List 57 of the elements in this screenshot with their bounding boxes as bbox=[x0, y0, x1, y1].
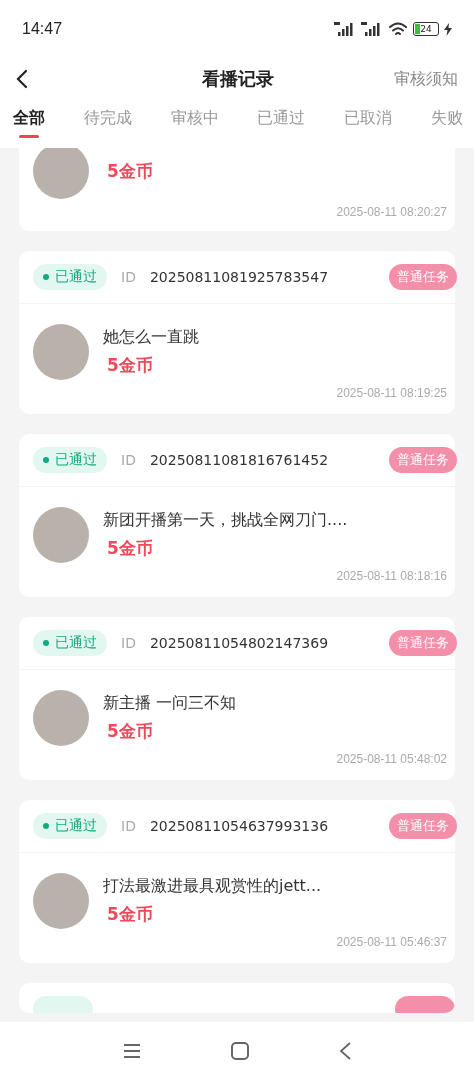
filter-tab[interactable]: 待完成 bbox=[78, 106, 137, 145]
id-label: ID bbox=[121, 269, 136, 285]
signal-icon bbox=[334, 22, 356, 36]
task-type-tag: 普通任务 bbox=[389, 447, 457, 473]
status-time: 14:47 bbox=[22, 20, 63, 38]
task-type-tag: 普通任务 bbox=[389, 630, 457, 656]
record-time: 2025-08-11 08:18:16 bbox=[335, 568, 448, 585]
task-type-tag: 普通任务 bbox=[389, 264, 457, 290]
stream-title: 她怎么一直跳 bbox=[103, 327, 199, 348]
record-card[interactable]: 已通过 ID 20250811054637993136 普通任务 打法最激进最具观赏性的jett... 5金币 2025-08-11 05:46:37 bbox=[19, 800, 455, 963]
review-notice-link[interactable]: 审核须知 bbox=[394, 68, 458, 90]
record-time: 2025-08-11 08:19:25 bbox=[335, 385, 448, 402]
record-time: 2025-08-11 05:48:02 bbox=[335, 751, 448, 768]
avatar-placeholder bbox=[33, 690, 89, 746]
avatar-placeholder bbox=[33, 148, 89, 199]
filter-tab[interactable]: 已取消 bbox=[339, 106, 398, 145]
filter-tab[interactable]: 失败 bbox=[426, 106, 468, 145]
avatar-placeholder bbox=[33, 507, 89, 563]
id-label: ID bbox=[121, 452, 136, 468]
battery-icon: 24 bbox=[413, 22, 439, 36]
status-badge: 已通过 bbox=[33, 813, 107, 839]
reward-amount: 5金币 bbox=[107, 354, 154, 377]
reward-amount: 5金币 bbox=[107, 903, 154, 926]
home-icon[interactable] bbox=[231, 1042, 249, 1060]
menu-icon[interactable] bbox=[123, 1043, 141, 1059]
avatar-placeholder bbox=[33, 324, 89, 380]
reward-amount: 5金币 bbox=[107, 720, 154, 743]
id-label: ID bbox=[121, 635, 136, 651]
filter-tab[interactable]: 已通过 bbox=[252, 106, 311, 145]
record-card[interactable]: 已通过 ID 20250811081816761452 普通任务 新团开播第一天，挑战全网刀门.... 5金币 2025-08-11 08:18:16 bbox=[19, 434, 455, 597]
wifi-icon bbox=[388, 21, 408, 37]
status-badge: 已通过 bbox=[33, 264, 107, 290]
filter-tab[interactable]: 全部 bbox=[8, 106, 50, 145]
stream-title: 新团开播第一天，挑战全网刀门.... bbox=[103, 510, 348, 531]
record-id: 20250811054637993136 bbox=[149, 818, 330, 834]
signal-icon bbox=[361, 22, 383, 36]
filter-tab[interactable]: 审核中 bbox=[165, 106, 224, 145]
reward-amount: 5金币 bbox=[107, 537, 154, 560]
reward-amount: 5金币 bbox=[107, 159, 153, 183]
record-time: 2025-08-11 05:46:37 bbox=[335, 934, 448, 951]
record-card[interactable]: 已通过 ID 20250811081925783547 普通任务 她怎么一直跳 5金币 2025-08-11 08:19:25 bbox=[19, 251, 455, 414]
record-card[interactable]: 已通过 ID 20250811054802147369 普通任务 新主播 一问三不知 5金币 2025-08-11 05:48:02 bbox=[19, 617, 455, 780]
page-title: 看播记录 bbox=[202, 67, 274, 91]
avatar-placeholder bbox=[33, 873, 89, 929]
charging-icon bbox=[444, 22, 452, 36]
status-badge: 已通过 bbox=[33, 630, 107, 656]
task-type-tag: 普通任务 bbox=[389, 813, 457, 839]
status-badge: 已通过 bbox=[33, 447, 107, 473]
record-id: 20250811081925783547 bbox=[149, 269, 330, 285]
record-id: 20250811054802147369 bbox=[149, 635, 330, 651]
stream-title: 新主播 一问三不知 bbox=[103, 693, 237, 714]
back-icon[interactable] bbox=[339, 1042, 351, 1060]
record-time: 2025-08-11 08:20:27 bbox=[335, 204, 448, 221]
id-label: ID bbox=[121, 818, 136, 834]
stream-title: 打法最激进最具观赏性的jett... bbox=[103, 876, 322, 897]
record-card[interactable]: 5金币 2025-08-11 08:20:27 bbox=[19, 148, 455, 231]
record-id: 20250811081816761452 bbox=[149, 452, 330, 468]
